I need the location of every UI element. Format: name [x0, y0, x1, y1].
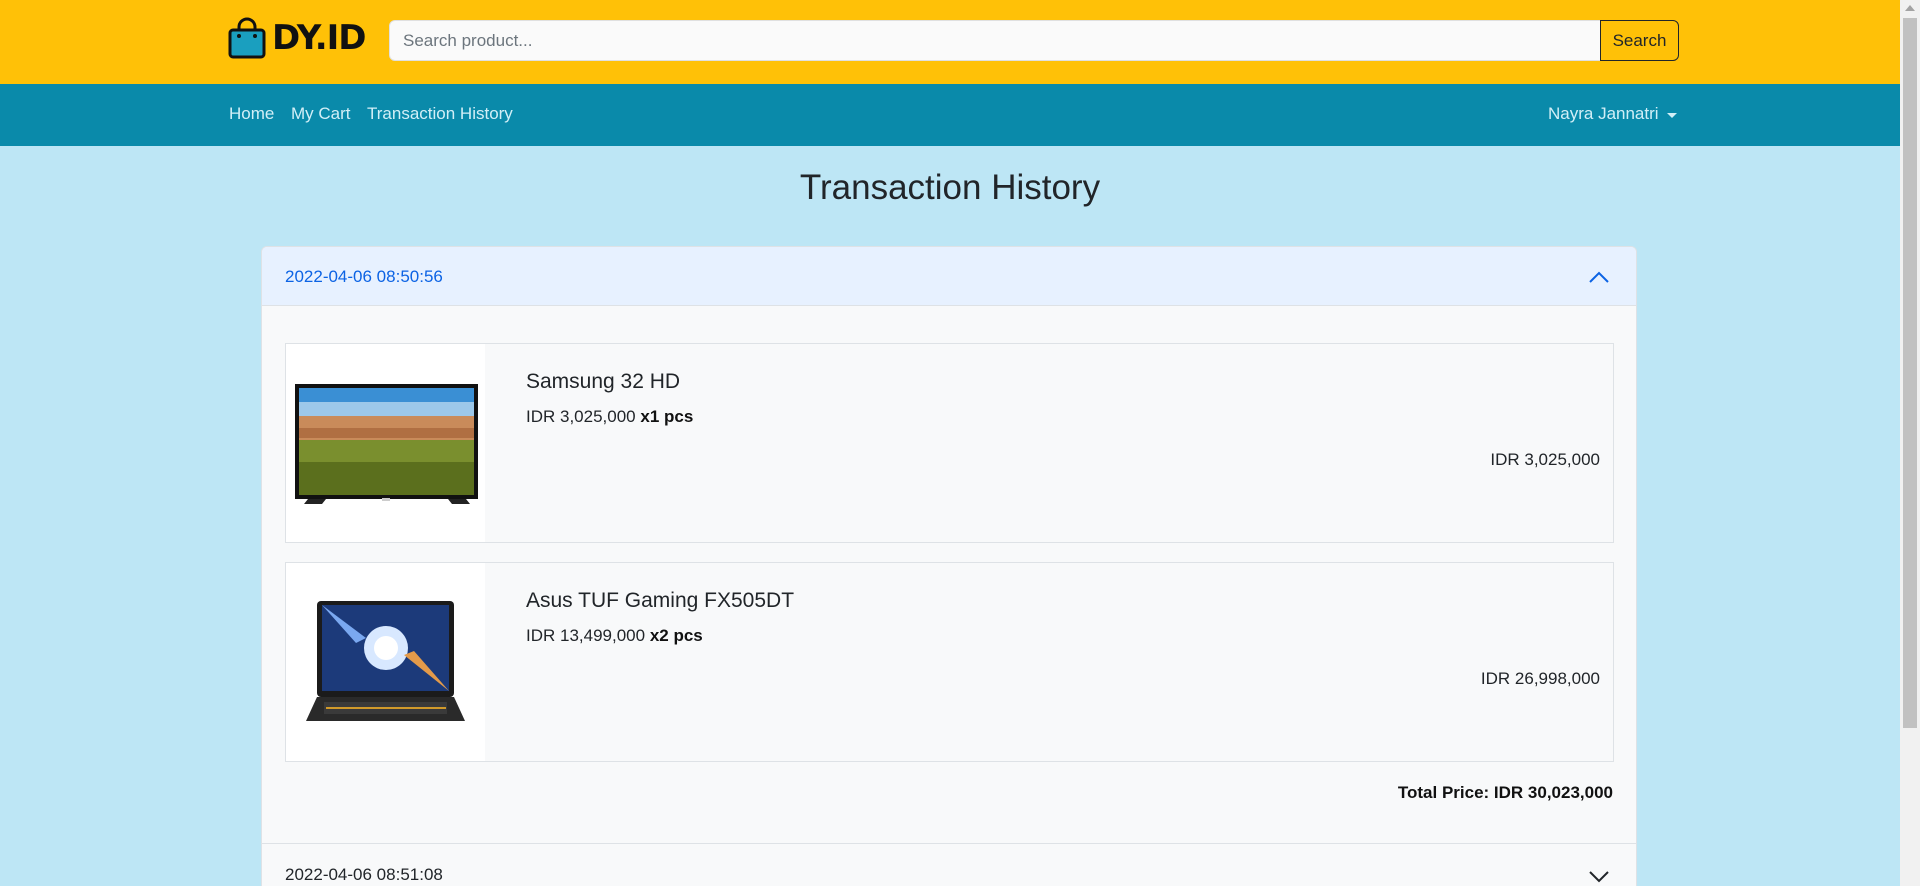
- transaction-header-1[interactable]: 2022-04-06 08:50:56: [262, 247, 1636, 306]
- laptop-image: [306, 601, 465, 721]
- total-price: Total Price: IDR 30,023,000: [1397, 783, 1613, 802]
- search-button[interactable]: Search: [1600, 20, 1679, 61]
- quantity: x2 pcs: [649, 626, 703, 645]
- scroll-thumb[interactable]: [1903, 18, 1917, 728]
- caret-down-icon: [1666, 112, 1677, 118]
- tv-image: [295, 384, 478, 504]
- nav-transaction-history[interactable]: Transaction History: [367, 104, 513, 124]
- product-name: Asus TUF Gaming FX505DT: [526, 589, 795, 612]
- nav-home[interactable]: Home: [229, 104, 274, 124]
- shopping-bag-icon: [228, 17, 266, 59]
- logo-text: DY.ID: [272, 18, 367, 58]
- product-image-tv: [286, 344, 485, 542]
- chevron-up-icon: [1589, 271, 1609, 283]
- product-price-line: IDR 13,499,000 x2 pcs: [526, 626, 703, 646]
- unit-price: IDR 3,025,000: [526, 407, 636, 426]
- transaction-accordion: 2022-04-06 08:50:56 Samsung 32 HD IDR 3,…: [261, 246, 1637, 886]
- user-dropdown[interactable]: Nayra Jannatri: [1548, 104, 1677, 124]
- transaction-header-2[interactable]: 2022-04-06 08:51:08: [262, 843, 1636, 886]
- chevron-down-icon: [1589, 871, 1609, 883]
- logo[interactable]: DY.ID: [228, 16, 367, 60]
- brand-bar: DY.ID Search: [0, 0, 1900, 84]
- user-name: Nayra Jannatri: [1548, 104, 1659, 123]
- item-subtotal: IDR 26,998,000: [1480, 669, 1600, 688]
- transaction-timestamp: 2022-04-06 08:51:08: [285, 865, 443, 884]
- product-image-laptop: [286, 563, 485, 761]
- quantity: x1 pcs: [640, 407, 694, 426]
- product-price-line: IDR 3,025,000 x1 pcs: [526, 407, 693, 427]
- scroll-up-arrow-icon[interactable]: [1905, 5, 1915, 11]
- item-subtotal: IDR 3,025,000: [1490, 450, 1600, 469]
- page-title: Transaction History: [799, 168, 1101, 207]
- nav-my-cart[interactable]: My Cart: [291, 104, 351, 124]
- transaction-timestamp: 2022-04-06 08:50:56: [285, 267, 443, 286]
- product-name: Samsung 32 HD: [526, 370, 681, 393]
- navbar: Home My Cart Transaction History Nayra J…: [0, 84, 1900, 146]
- scrollbar[interactable]: [1900, 0, 1920, 886]
- transaction-item: Asus TUF Gaming FX505DT IDR 13,499,000 x…: [285, 562, 1614, 762]
- search-input[interactable]: [389, 20, 1601, 61]
- unit-price: IDR 13,499,000: [526, 626, 646, 645]
- transaction-item: Samsung 32 HD IDR 3,025,000 x1 pcs IDR 3…: [285, 343, 1614, 543]
